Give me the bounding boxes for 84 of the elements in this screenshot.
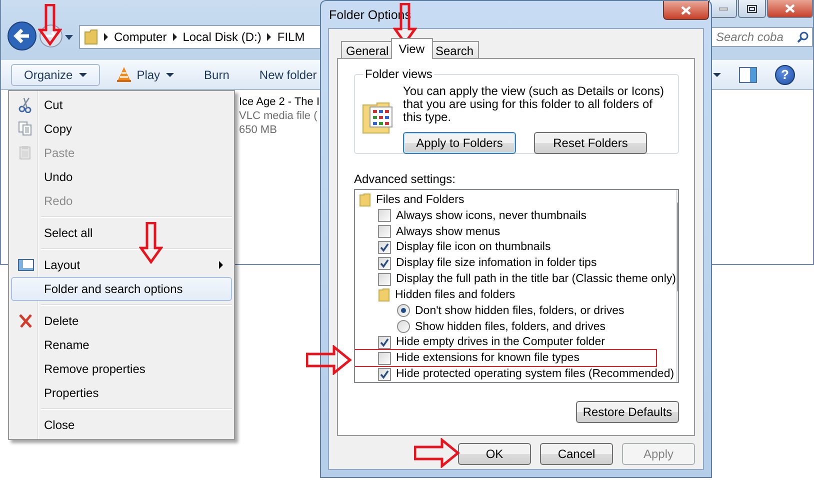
annotation-arrow-icon xyxy=(38,4,62,46)
tab[interactable]: View xyxy=(390,38,432,59)
option-label: Don't show hidden files, folders, or drives xyxy=(415,304,624,317)
toolbar-button[interactable]: Burn xyxy=(191,64,242,86)
file-type: VLC media file ( xyxy=(239,110,318,122)
layout-icon xyxy=(18,257,34,273)
checkbox[interactable] xyxy=(378,225,391,238)
option-label: Hide empty drives in the Computer folder xyxy=(396,336,606,348)
menu-item[interactable]: Undo xyxy=(11,165,232,189)
menu-item[interactable]: Rename xyxy=(11,333,232,357)
option-label: Hide extensions for known file types xyxy=(396,352,580,364)
submenu-arrow-icon xyxy=(219,261,223,269)
traffic-cone-icon xyxy=(116,67,131,82)
close-button[interactable] xyxy=(767,0,813,18)
option-label: Hide protected operating system files (Recommended) xyxy=(396,368,674,380)
menu-item[interactable]: Select all xyxy=(11,221,232,245)
menu-item[interactable]: Remove properties xyxy=(11,357,232,381)
back-button[interactable] xyxy=(7,20,37,54)
delete-cross-icon xyxy=(18,313,34,329)
annotation-arrow-icon xyxy=(414,438,460,468)
maximize-button[interactable] xyxy=(738,0,766,18)
description-text: You can apply the view (such as Details or Icons) that you are using for this folder to all folders of this type. xyxy=(403,85,666,124)
folder-icon xyxy=(378,288,390,302)
minimize-icon xyxy=(718,6,728,10)
close-icon xyxy=(785,4,795,13)
scissors-icon xyxy=(18,97,34,113)
dialog-button[interactable]: OK xyxy=(458,443,531,465)
breadcrumb[interactable]: FILM xyxy=(277,30,305,44)
toolbar-button[interactable]: New folder xyxy=(246,64,330,86)
checkbox[interactable] xyxy=(378,272,391,286)
folder-icon xyxy=(84,29,98,45)
checkbox[interactable] xyxy=(378,336,391,349)
annotation-arrow-icon xyxy=(306,345,352,375)
menu-item[interactable]: Properties xyxy=(11,381,232,405)
close-icon xyxy=(681,6,691,14)
folder-label: Hidden files and folders xyxy=(395,288,516,301)
breadcrumb[interactable]: Local Disk (D:) xyxy=(182,30,262,44)
caret-icon xyxy=(166,72,174,76)
search-icon xyxy=(797,31,809,43)
restore-icon xyxy=(747,4,757,12)
option-label: Always show menus xyxy=(396,226,500,238)
caret-icon xyxy=(78,72,87,76)
toolbar-button[interactable]: Play xyxy=(104,64,188,86)
menu-item[interactable]: Close xyxy=(11,413,232,437)
checkbox[interactable] xyxy=(378,240,391,254)
folder-icon xyxy=(359,192,371,207)
menu-item[interactable]: Folder and search options xyxy=(11,277,232,301)
radio-button[interactable] xyxy=(397,320,410,334)
menu-item[interactable]: Cut xyxy=(11,93,232,117)
menu-item[interactable]: Delete xyxy=(11,309,232,333)
dialog-button[interactable]: Cancel xyxy=(540,443,613,465)
preview-pane-icon[interactable] xyxy=(739,66,757,82)
option-label: Show hidden files, folders, and drives xyxy=(415,320,606,333)
option-label: Display file size infomation in folder tips xyxy=(396,257,597,270)
radio-button[interactable] xyxy=(397,304,410,318)
toolbar-button[interactable]: Organize xyxy=(11,64,100,86)
option-label: Always show icons, never thumbnails xyxy=(396,210,586,222)
checkbox[interactable] xyxy=(378,368,391,381)
folder-views-button[interactable]: Apply to Folders xyxy=(403,132,516,154)
file-name[interactable]: Ice Age 2 - The I xyxy=(239,96,320,108)
checkbox[interactable] xyxy=(378,256,391,270)
restore-defaults-button[interactable]: Restore Defaults xyxy=(576,401,679,423)
checkmark-icon xyxy=(380,338,389,347)
caret-icon[interactable] xyxy=(65,34,73,40)
menu-item[interactable]: Layout xyxy=(11,253,232,277)
group-title: Folder views xyxy=(364,67,434,81)
folder-label: Files and Folders xyxy=(376,194,464,206)
minimize-button[interactable] xyxy=(709,0,737,18)
file-size: 650 MB xyxy=(239,124,278,136)
option-label: Display the full path in the title bar (Classic theme only) xyxy=(396,273,676,286)
breadcrumb[interactable]: Computer xyxy=(114,30,167,44)
option-label: Display file icon on thumbnails xyxy=(396,241,551,254)
checkbox[interactable] xyxy=(378,352,391,365)
menu-item[interactable]: Copy xyxy=(11,117,232,141)
folder-views-button[interactable]: Reset Folders xyxy=(534,132,647,154)
section-label: Advanced settings: xyxy=(354,172,456,186)
checkmark-icon xyxy=(380,370,389,379)
annotation-arrow-icon xyxy=(139,222,163,264)
forward-button[interactable] xyxy=(39,24,63,50)
checkbox[interactable] xyxy=(378,209,391,222)
copy-icon xyxy=(18,121,34,137)
help-button[interactable]: ? xyxy=(775,64,795,84)
close-button[interactable] xyxy=(663,1,709,20)
search-field[interactable]: Search coba xyxy=(711,27,813,47)
